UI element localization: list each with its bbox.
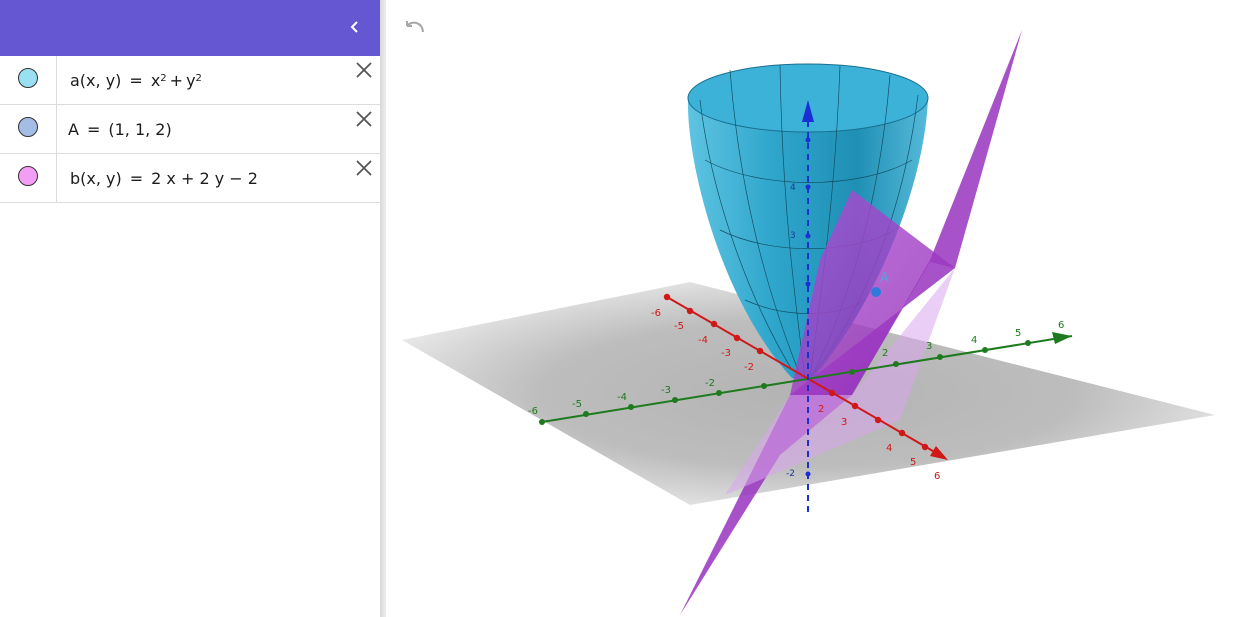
term-x: x <box>150 70 161 90</box>
x-tick-point <box>828 389 836 397</box>
z-tick-point <box>805 281 811 287</box>
visibility-toggle[interactable] <box>18 117 38 137</box>
marble-cell <box>0 56 57 104</box>
y-tick-point <box>583 411 589 417</box>
chevron-left-icon <box>350 21 358 33</box>
close-icon <box>356 62 372 78</box>
algebra-expression[interactable]: b(x, y) = 2 x + 2 y − 2 <box>70 154 258 202</box>
equals-sign: = <box>129 168 144 188</box>
function-value: 2 x + 2 y − 2 <box>151 168 258 188</box>
x-tick-label: -3 <box>721 348 731 359</box>
collapse-algebra-button[interactable] <box>342 14 368 40</box>
algebra-expression[interactable]: A = (1, 1, 2) <box>68 105 172 153</box>
algebra-item-A[interactable]: A = (1, 1, 2) <box>0 105 380 154</box>
marble-cell <box>0 105 57 153</box>
undo-icon <box>406 21 424 33</box>
y-tick-point <box>893 361 899 367</box>
x-tick-point <box>874 416 882 424</box>
algebra-expression[interactable]: a(x, y) = x2 + y2 <box>70 56 202 104</box>
z-tick-label: -2 <box>786 469 795 479</box>
marble-cell <box>0 154 57 202</box>
algebra-panel: a(x, y) = x2 + y2 A = (1, 1, 2) b(x, y) … <box>0 0 380 617</box>
y-tick-label: -3 <box>661 385 671 396</box>
x-tick-label: 2 <box>818 404 824 415</box>
x-tick-point <box>898 429 906 437</box>
x-tick-point <box>921 443 929 451</box>
x-tick-point <box>851 402 859 410</box>
y-tick-point <box>849 369 855 375</box>
visibility-toggle[interactable] <box>18 166 38 186</box>
x-tick-label: 6 <box>934 471 940 482</box>
y-tick-label: -2 <box>705 378 715 389</box>
exponent-x: 2 <box>160 72 167 84</box>
y-tick-label: -4 <box>617 392 627 403</box>
plus-sign: + <box>169 70 184 90</box>
y-tick-point <box>716 390 722 396</box>
function-name: b(x, y) <box>70 168 122 188</box>
x-tick-point <box>686 307 694 315</box>
y-tick-point <box>539 419 545 425</box>
x-tick-label: -6 <box>651 308 661 319</box>
undo-button[interactable] <box>402 18 428 40</box>
z-tick-point <box>805 137 811 143</box>
algebra-header <box>0 0 380 56</box>
x-tick-point <box>733 334 741 342</box>
x-tick-label: -5 <box>674 321 684 332</box>
z-tick-label: 4 <box>790 183 796 193</box>
x-tick-point <box>710 320 718 328</box>
y-tick-point <box>761 383 767 389</box>
x-tick-point <box>663 293 671 301</box>
point-name: A <box>68 119 79 139</box>
algebra-item-b[interactable]: b(x, y) = 2 x + 2 y − 2 <box>0 154 380 203</box>
function-name: a(x, y) <box>70 70 122 90</box>
x-tick-label: -2 <box>744 362 754 373</box>
z-tick-point <box>805 184 811 190</box>
delete-button[interactable] <box>354 60 374 80</box>
close-icon <box>356 111 372 127</box>
x-tick-point <box>756 347 764 355</box>
delete-button[interactable] <box>354 158 374 178</box>
y-tick-point <box>982 347 988 353</box>
delete-button[interactable] <box>354 109 374 129</box>
close-icon <box>356 160 372 176</box>
y-tick-label: 5 <box>1015 328 1021 339</box>
y-tick-label: 4 <box>971 335 977 346</box>
y-tick-point <box>672 397 678 403</box>
equals-sign: = <box>129 70 143 90</box>
y-tick-point <box>628 404 634 410</box>
y-tick-label: 6 <box>1058 320 1064 331</box>
exponent-y: 2 <box>195 72 202 84</box>
point-A[interactable] <box>871 287 881 297</box>
z-tick-point <box>805 471 811 477</box>
equals-sign: = <box>86 119 101 139</box>
z-tick-point <box>805 233 811 239</box>
graphics-view-3d[interactable]: -6 -5 -4 -3 -2 2 3 4 5 6 -6 -5 -4 -3 -2 … <box>386 0 1237 617</box>
x-tick-label: 4 <box>886 443 892 454</box>
y-tick-label: 3 <box>926 341 932 352</box>
point-value: (1, 1, 2) <box>108 119 172 139</box>
x-tick-label: 3 <box>841 417 847 428</box>
y-tick-point <box>1025 340 1031 346</box>
point-A-label: A <box>880 271 889 286</box>
y-tick-label: -5 <box>572 399 582 410</box>
algebra-item-a[interactable]: a(x, y) = x2 + y2 <box>0 56 380 105</box>
x-tick-label: -4 <box>698 335 708 346</box>
y-tick-point <box>937 354 943 360</box>
y-tick-label: 2 <box>882 348 888 359</box>
z-tick-label: 3 <box>790 231 796 241</box>
y-tick-label: -6 <box>528 406 538 417</box>
term-y: y <box>186 70 196 90</box>
y-axis-arrow <box>1052 332 1072 344</box>
visibility-toggle[interactable] <box>18 68 38 88</box>
x-tick-label: 5 <box>910 457 916 468</box>
